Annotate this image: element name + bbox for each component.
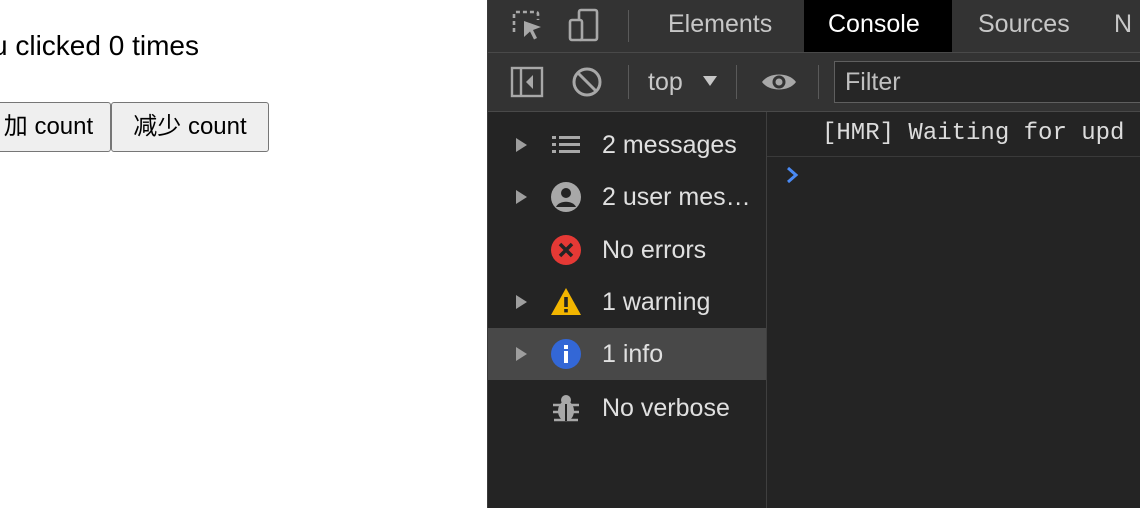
console-sidebar: 2 messages 2 user mes… No errors 1 warni… <box>488 112 767 508</box>
filter-input[interactable] <box>834 61 1140 103</box>
info-icon <box>550 338 582 370</box>
console-prompt-icon[interactable] <box>785 162 801 193</box>
click-count-text: u clicked 0 times <box>0 30 199 61</box>
context-label: top <box>648 68 683 96</box>
chevron-down-icon <box>703 76 717 86</box>
toggle-sidebar-icon[interactable] <box>508 63 546 101</box>
toolbar-divider <box>736 65 737 99</box>
eye-icon[interactable] <box>760 63 798 101</box>
tab-elements[interactable]: Elements <box>646 0 786 52</box>
decrease-count-button[interactable]: 减少 count <box>111 102 269 152</box>
tab-sources[interactable]: Sources <box>954 0 1094 52</box>
user-icon <box>550 181 582 213</box>
console-message[interactable]: [HMR] Waiting for upd <box>767 112 1140 157</box>
sidebar-item-label: 1 info <box>602 340 664 368</box>
expand-arrow-icon[interactable] <box>516 138 527 152</box>
sidebar-item-user-messages[interactable]: 2 user mes… <box>488 171 766 223</box>
page-viewport: u clicked 0 times 加 count 减少 count <box>0 0 487 508</box>
devtools-tabbar: Elements Console Sources N <box>488 0 1140 53</box>
warning-icon <box>550 286 582 318</box>
device-toolbar-icon[interactable] <box>566 6 604 44</box>
devtools-panel: Elements Console Sources N top Filter 2 … <box>487 0 1140 508</box>
bug-icon <box>550 392 582 424</box>
tabbar-divider <box>628 10 629 42</box>
console-output: [HMR] Waiting for upd <box>767 112 1140 508</box>
expand-arrow-icon[interactable] <box>516 347 527 361</box>
sidebar-item-info[interactable]: 1 info <box>488 328 766 380</box>
sidebar-item-label: No errors <box>602 236 707 264</box>
console-message-text: [HMR] Waiting for upd <box>822 120 1125 147</box>
sidebar-item-label: 2 messages <box>602 131 737 159</box>
increase-count-button[interactable]: 加 count <box>0 102 111 152</box>
context-selector[interactable]: top <box>648 53 728 111</box>
sidebar-item-verbose[interactable]: No verbose <box>488 382 766 434</box>
tab-network[interactable]: N <box>1100 0 1140 52</box>
sidebar-item-messages[interactable]: 2 messages <box>488 119 766 171</box>
sidebar-item-label: 2 user mes… <box>602 183 751 211</box>
sidebar-item-errors[interactable]: No errors <box>488 224 766 276</box>
expand-arrow-icon[interactable] <box>516 190 527 204</box>
expand-arrow-icon[interactable] <box>516 295 527 309</box>
tab-console[interactable]: Console <box>804 0 952 52</box>
error-icon <box>550 234 582 266</box>
toolbar-divider <box>818 65 819 99</box>
console-toolbar: top <box>488 53 1140 112</box>
clear-console-icon[interactable] <box>568 63 606 101</box>
sidebar-item-label: 1 warning <box>602 288 711 316</box>
inspect-element-icon[interactable] <box>508 6 546 44</box>
sidebar-item-label: No verbose <box>602 394 730 422</box>
sidebar-item-warnings[interactable]: 1 warning <box>488 276 766 328</box>
list-icon <box>550 129 582 161</box>
toolbar-divider <box>628 65 629 99</box>
